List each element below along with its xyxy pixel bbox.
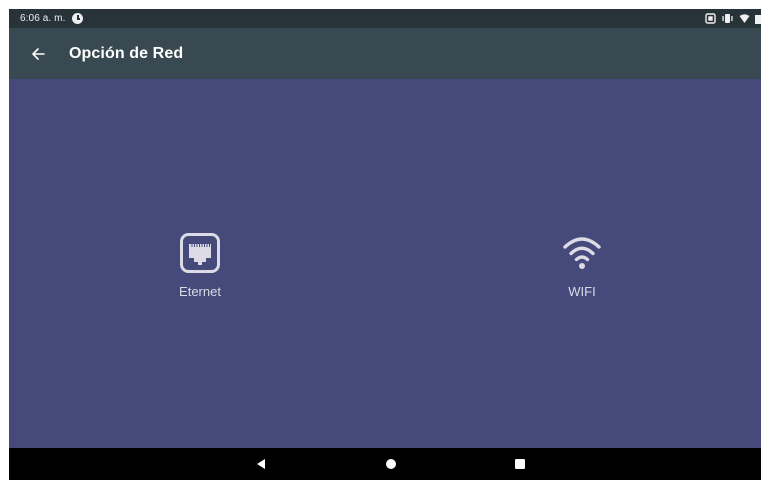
nav-recents-button[interactable] xyxy=(505,448,535,480)
status-icons xyxy=(705,9,761,28)
network-options: Eternet WIFI xyxy=(9,79,761,448)
recents-square-icon xyxy=(515,459,525,469)
screenshot-icon xyxy=(705,13,716,24)
status-bar: 6:06 a. m. xyxy=(9,9,761,28)
page-title: Opción de Red xyxy=(69,44,184,62)
status-time: 6:06 a. m. xyxy=(20,13,66,24)
wifi-signal-icon xyxy=(739,13,750,23)
device-screen: 6:06 a. m. Opción de Red Eternet WIFI xyxy=(9,9,761,480)
vibrate-icon xyxy=(722,14,733,23)
nav-home-button[interactable] xyxy=(376,448,406,480)
ethernet-option[interactable]: Eternet xyxy=(160,231,240,299)
alarm-icon xyxy=(72,13,84,24)
wifi-icon xyxy=(560,231,604,275)
nav-back-button[interactable] xyxy=(246,448,276,480)
navigation-bar xyxy=(9,448,761,480)
battery-icon xyxy=(755,15,761,24)
app-bar: Opción de Red xyxy=(9,28,761,79)
ethernet-icon xyxy=(178,231,222,275)
back-button[interactable] xyxy=(27,43,49,65)
wifi-option[interactable]: WIFI xyxy=(542,231,622,299)
home-circle-icon xyxy=(386,459,396,469)
arrow-left-icon xyxy=(32,47,45,60)
wifi-label: WIFI xyxy=(568,284,596,299)
ethernet-label: Eternet xyxy=(179,284,221,299)
back-triangle-icon xyxy=(257,459,265,469)
